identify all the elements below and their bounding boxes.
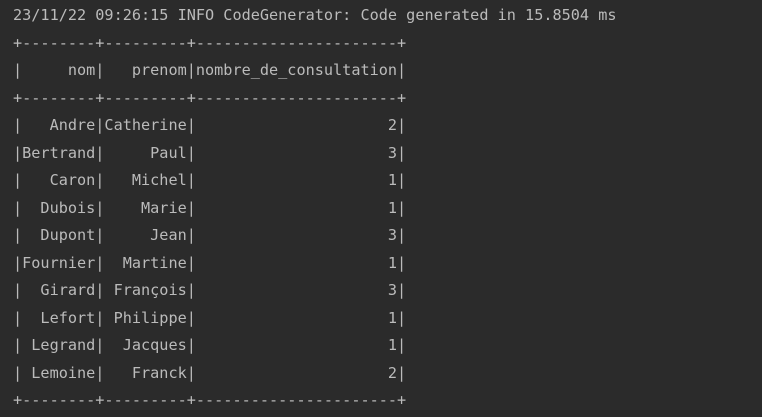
table-row: | Girard| François| 3|	[13, 281, 407, 299]
table-border-header: +--------+---------+--------------------…	[13, 89, 407, 107]
table-row: |Bertrand| Paul| 3|	[13, 144, 407, 162]
table-row: | Legrand| Jacques| 1|	[13, 336, 407, 354]
table-row: | Dupont| Jean| 3|	[13, 226, 407, 244]
table-row: | Dubois| Marie| 1|	[13, 199, 407, 217]
table-row: | Lemoine| Franck| 2|	[13, 364, 407, 382]
table-header-row: | nom| prenom|nombre_de_consultation|	[13, 61, 407, 79]
table-row: | Caron| Michel| 1|	[13, 171, 407, 189]
log-line: 23/11/22 09:26:15 INFO CodeGenerator: Co…	[13, 6, 617, 24]
table-row: |Fournier| Martine| 1|	[13, 254, 407, 272]
console-output: 23/11/22 09:26:15 INFO CodeGenerator: Co…	[0, 0, 762, 417]
table-border-bottom: +--------+---------+--------------------…	[13, 391, 407, 409]
table-border-top: +--------+---------+--------------------…	[13, 34, 407, 52]
table-row: | Andre|Catherine| 2|	[13, 116, 407, 134]
table-row: | Lefort| Philippe| 1|	[13, 309, 407, 327]
